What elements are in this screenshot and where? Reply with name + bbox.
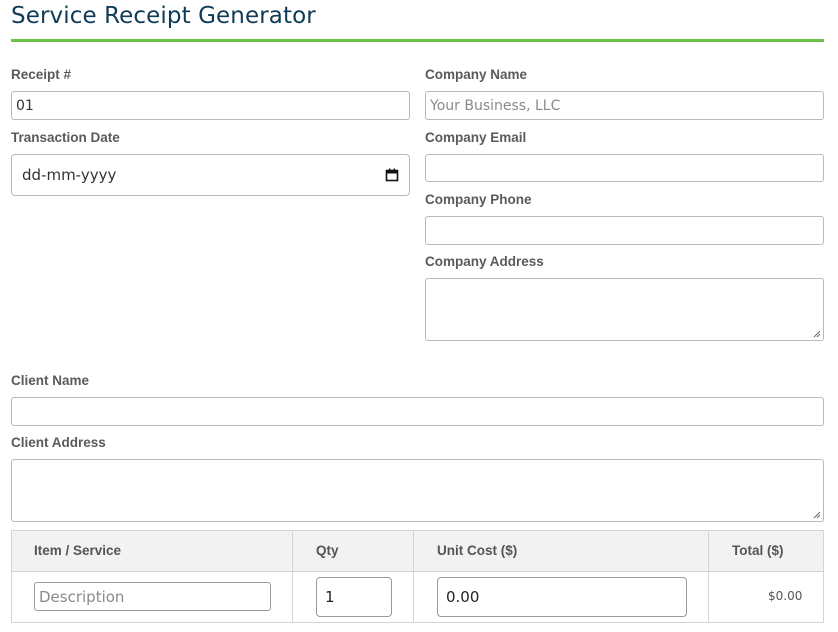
company-phone-input[interactable] (425, 216, 824, 245)
company-name-label: Company Name (425, 67, 528, 82)
receipt-number-input[interactable]: 01 (11, 91, 410, 120)
company-email-label: Company Email (425, 130, 527, 145)
resize-grip-icon[interactable] (813, 330, 821, 338)
title-divider (11, 39, 824, 42)
column-divider (708, 531, 709, 622)
items-table: Item / Service Qty Unit Cost ($) Total (… (11, 530, 824, 623)
client-address-label: Client Address (11, 435, 106, 450)
company-name-placeholder: Your Business, LLC (430, 97, 561, 114)
company-phone-label: Company Phone (425, 192, 532, 207)
item-description-input[interactable]: Description (34, 582, 271, 611)
column-header-total: Total ($) (732, 543, 784, 558)
item-qty-input[interactable]: 1 (316, 577, 392, 617)
company-address-textarea[interactable] (425, 278, 824, 341)
item-unit-cost-value: 0.00 (446, 588, 480, 606)
page-title: Service Receipt Generator (11, 3, 316, 29)
transaction-date-placeholder: dd-mm-yyyy (22, 166, 117, 184)
receipt-number-value: 01 (16, 97, 34, 114)
client-name-label: Client Name (11, 373, 90, 388)
transaction-date-input[interactable]: dd-mm-yyyy (11, 154, 410, 196)
items-table-header: Item / Service Qty Unit Cost ($) Total (… (12, 531, 823, 572)
item-description-placeholder: Description (39, 587, 125, 606)
transaction-date-label: Transaction Date (11, 130, 120, 145)
company-name-input[interactable]: Your Business, LLC (425, 91, 824, 120)
item-qty-value: 1 (325, 588, 335, 606)
receipt-number-label: Receipt # (11, 67, 72, 82)
calendar-icon[interactable] (385, 168, 399, 182)
item-unit-cost-input[interactable]: 0.00 (437, 577, 687, 617)
client-address-textarea[interactable] (11, 459, 824, 522)
client-name-input[interactable] (11, 397, 824, 426)
company-email-input[interactable] (425, 154, 824, 182)
column-divider (292, 531, 293, 622)
column-divider (413, 531, 414, 622)
column-header-qty: Qty (316, 543, 339, 558)
company-address-label: Company Address (425, 254, 544, 269)
item-total-value: $0.00 (768, 589, 803, 603)
column-header-item: Item / Service (34, 543, 122, 558)
column-header-unit-cost: Unit Cost ($) (437, 543, 518, 558)
resize-grip-icon[interactable] (813, 511, 821, 519)
